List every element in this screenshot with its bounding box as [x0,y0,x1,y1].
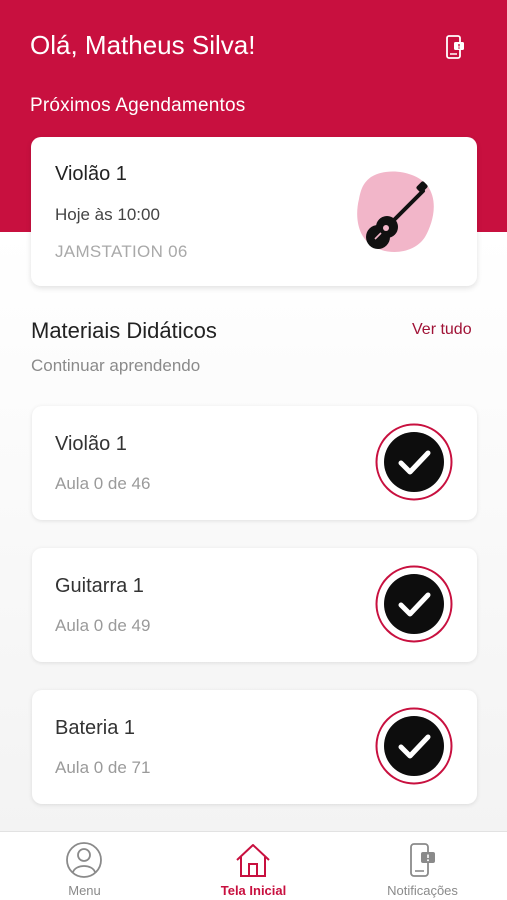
course-card[interactable]: Bateria 1 Aula 0 de 71 [32,690,477,804]
course-card[interactable]: Violão 1 Aula 0 de 46 [32,406,477,520]
appointment-time: Hoje às 10:00 [55,205,160,224]
check-circle-icon[interactable] [375,707,453,785]
course-name: Guitarra 1 [55,575,144,597]
phone-notification-icon [410,843,435,877]
check-circle-icon[interactable] [375,565,453,643]
course-progress: Aula 0 de 71 [55,758,151,777]
appointment-room: JAMSTATION 06 [55,242,188,261]
course-card[interactable]: Guitarra 1 Aula 0 de 49 [32,548,477,662]
tab-label: Tela Inicial [220,883,287,898]
see-all-link[interactable]: Ver tudo [412,321,472,339]
tab-label: Menu [68,883,101,898]
home-icon [236,844,270,877]
course-name: Violão 1 [55,433,127,455]
tab-menu[interactable]: Menu [0,832,169,900]
tab-home[interactable]: Tela Inicial [169,832,338,900]
greeting-title: Olá, Matheus Silva! [30,30,256,60]
appointment-card[interactable]: Violão 1 Hoje às 10:00 JAMSTATION 06 [31,137,477,286]
tab-label: Notificações [387,883,458,898]
phone-notification-icon[interactable] [443,34,469,62]
bottom-tab-bar: Menu Tela Inicial Notificações [0,831,507,900]
appointment-title: Violão 1 [55,163,127,185]
guitar-icon [357,171,434,252]
course-progress: Aula 0 de 49 [55,616,151,635]
materials-subtitle: Continuar aprendendo [31,356,201,375]
tab-notifications[interactable]: Notificações [338,832,507,900]
section-title-appointments: Próximos Agendamentos [30,95,246,116]
check-circle-icon[interactable] [375,423,453,501]
course-name: Bateria 1 [55,717,136,739]
course-progress: Aula 0 de 46 [55,474,151,493]
user-circle-icon [66,842,102,878]
materials-title: Materiais Didáticos [31,318,217,343]
